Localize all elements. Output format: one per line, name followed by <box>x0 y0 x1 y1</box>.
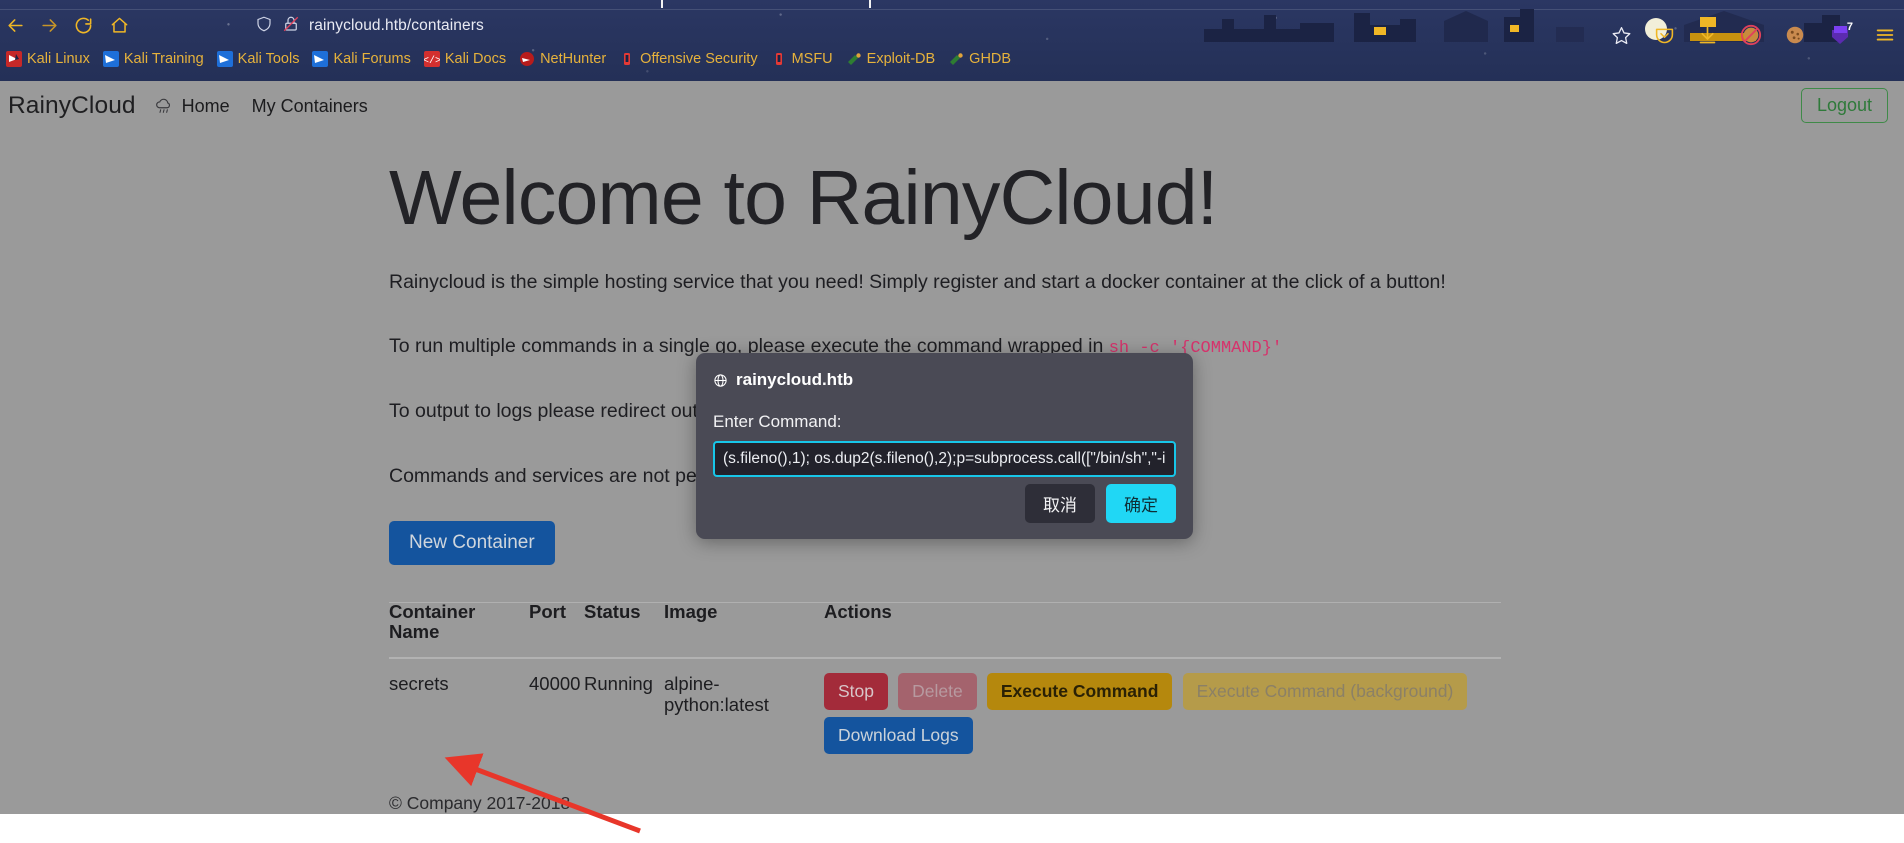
nav-link-my-containers[interactable]: My Containers <box>252 96 368 117</box>
ghdb-icon <box>950 52 963 65</box>
dialog-cancel-button[interactable]: 取消 <box>1025 484 1095 523</box>
kali-docs-icon: </> <box>423 50 440 67</box>
bookmark-kali-training[interactable]: Kali Training <box>99 48 213 70</box>
section-divider <box>389 602 1501 603</box>
kali-training-icon <box>102 50 119 67</box>
logout-button[interactable]: Logout <box>1800 88 1888 123</box>
globe-icon <box>714 373 727 387</box>
bookmark-label: Kali Docs <box>444 50 507 67</box>
cookie-icon[interactable] <box>1784 24 1806 46</box>
url-bar[interactable]: rainycloud.htb/containers <box>255 13 484 39</box>
bookmark-star-icon[interactable] <box>1611 25 1632 46</box>
stop-button[interactable]: Stop <box>824 672 888 710</box>
rain-cloud-icon <box>155 98 170 113</box>
hero-paragraph-1: Rainycloud is the simple hosting service… <box>389 270 1446 293</box>
containers-section: Container Name Port Status Image Actions… <box>0 601 1904 814</box>
command-input[interactable] <box>713 441 1176 477</box>
bookmark-ghdb[interactable]: GHDB <box>944 48 1020 70</box>
execute-command-background-button[interactable]: Execute Command (background) <box>1182 672 1468 710</box>
bookmark-kali-docs[interactable]: </> Kali Docs <box>420 48 515 70</box>
dialog-title-text: rainycloud.htb <box>736 370 854 389</box>
cell-status: Running <box>584 672 653 694</box>
nav-link-home[interactable]: Home <box>154 96 230 117</box>
bookmark-label: Exploit-DB <box>866 50 936 67</box>
column-header-port: Port <box>529 601 566 622</box>
svg-text:</>: </> <box>424 55 440 67</box>
bookmark-label: NetHunter <box>540 50 607 67</box>
lock-crossed-out-icon[interactable] <box>282 15 300 38</box>
cell-container-name: secrets <box>389 672 449 694</box>
bookmarks-bar: Kali Linux Kali Training Kali Tools Kali… <box>0 46 1904 71</box>
table-row: secrets 40000 Running alpine-python:late… <box>389 658 1501 771</box>
bookmark-label: Offensive Security <box>640 50 758 67</box>
containers-table: Container Name Port Status Image Actions… <box>389 601 1501 771</box>
tab-strip <box>0 0 1904 9</box>
download-logs-button[interactable]: Download Logs <box>824 716 973 754</box>
column-header-image: Image <box>664 601 718 622</box>
kali-forums-icon <box>312 50 329 67</box>
bookmark-kali-forums[interactable]: Kali Forums <box>308 48 419 70</box>
dialog-prompt-label: Enter Command: <box>713 412 842 431</box>
shield-badge-icon[interactable]: 7 <box>1828 21 1853 47</box>
command-prompt-dialog: rainycloud.htb Enter Command: 取消 确定 <box>696 353 1193 539</box>
shield-icon[interactable] <box>255 15 273 38</box>
delete-button[interactable]: Delete <box>898 672 977 710</box>
dialog-title-bar: rainycloud.htb <box>713 370 1176 390</box>
downloads-icon[interactable] <box>1697 25 1718 46</box>
execute-command-button[interactable]: Execute Command <box>986 672 1173 710</box>
browser-nav-row: rainycloud.htb/containers 7 <box>0 10 1904 46</box>
column-header-status: Status <box>584 601 641 622</box>
dialog-ok-button[interactable]: 确定 <box>1106 484 1176 523</box>
nav-link-label: My Containers <box>251 95 368 116</box>
dialog-buttons: 取消 确定 <box>1025 484 1176 523</box>
bookmark-label: Kali Tools <box>237 50 300 67</box>
hamburger-menu-icon[interactable] <box>1874 24 1896 46</box>
offsec-icon <box>624 52 631 65</box>
cell-image: alpine-python:latest <box>664 672 769 715</box>
new-container-button[interactable]: New Container <box>389 520 555 565</box>
url-text: rainycloud.htb/containers <box>309 17 484 34</box>
bookmark-kali-tools[interactable]: Kali Tools <box>213 48 309 70</box>
pocket-save-icon[interactable] <box>1654 25 1675 46</box>
site-navbar: RainyCloud Home My Containers Logout <box>0 81 1904 131</box>
msfu-icon <box>775 52 782 65</box>
bookmark-exploit-db[interactable]: Exploit-DB <box>842 48 945 70</box>
column-header-container-name: Container Name <box>389 601 476 643</box>
table-header-row: Container Name Port Status Image Actions <box>389 601 1501 658</box>
extension-blocked-icon[interactable] <box>1740 24 1762 46</box>
active-browser-tab[interactable] <box>661 0 871 8</box>
exploitdb-icon <box>847 52 861 65</box>
bookmark-label: GHDB <box>969 50 1012 67</box>
page-title: Welcome to RainyCloud! <box>389 155 1218 241</box>
shield-badge-count: 7 <box>1846 21 1853 33</box>
cell-actions: Stop Delete Execute Command Execute Comm… <box>824 658 1501 771</box>
nav-link-label: Home <box>181 95 230 116</box>
footer-copyright: © Company 2017-2018 <box>389 792 571 813</box>
column-header-actions: Actions <box>824 601 892 622</box>
home-icon[interactable] <box>104 10 134 40</box>
bookmark-label: Kali Training <box>123 50 204 67</box>
site-brand[interactable]: RainyCloud <box>8 92 136 120</box>
cell-port: 40000 <box>529 672 581 694</box>
table-head: Container Name Port Status Image Actions <box>389 601 1501 658</box>
table-body: secrets 40000 Running alpine-python:late… <box>389 658 1501 771</box>
bookmark-msfu[interactable]: MSFU <box>767 48 842 70</box>
bookmark-label: MSFU <box>791 50 833 67</box>
nethunter-icon <box>520 51 535 66</box>
bookmark-kali-linux[interactable]: Kali Linux <box>2 48 99 70</box>
bookmark-label: Kali Linux <box>27 50 90 67</box>
bookmark-nethunter[interactable]: NetHunter <box>515 48 615 70</box>
reload-icon[interactable] <box>68 10 98 40</box>
kali-dragon-icon <box>6 50 22 67</box>
browser-chrome: rainycloud.htb/containers 7 Kali Linux K… <box>0 0 1904 81</box>
bookmark-offensive-security[interactable]: Offensive Security <box>615 48 766 70</box>
kali-tools-icon <box>216 50 233 67</box>
back-arrow-icon[interactable] <box>0 10 30 40</box>
bookmark-label: Kali Forums <box>333 50 411 67</box>
forward-arrow-icon[interactable] <box>34 10 64 40</box>
